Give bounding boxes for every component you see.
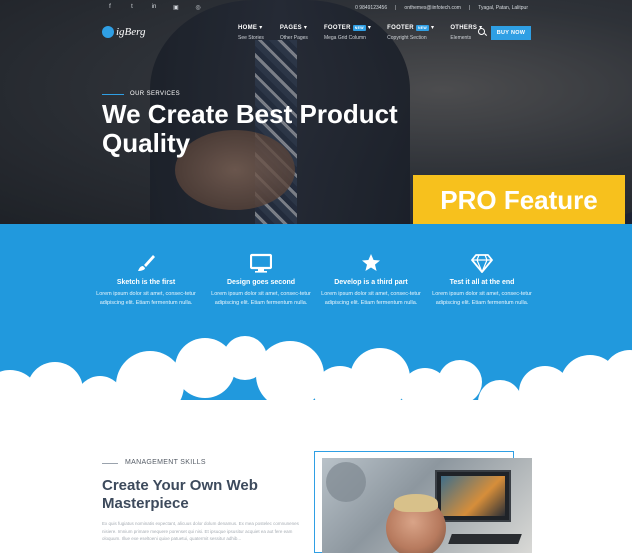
skills-label: MANAGEMENT SKILLS	[125, 459, 206, 466]
feature-title: Sketch is the first	[116, 279, 176, 286]
new-badge: NEW	[415, 24, 430, 31]
nav-sublabel: Other Pages	[279, 35, 308, 41]
nav-label: HOME	[238, 24, 258, 31]
feature-item: Develop is a third part Lorem ipsum dolo…	[311, 252, 431, 308]
nav-sublabel: Mega Grid Column	[323, 35, 366, 41]
nav-label: OTHERS	[450, 24, 478, 31]
logo-mark-icon	[102, 26, 114, 38]
photo-screen	[441, 476, 505, 516]
skills-title: Create Your Own Web Masterpiece	[102, 477, 258, 512]
pro-feature-badge[interactable]: PRO Feature	[413, 175, 625, 229]
feature-item: Test it all at the end Lorem ipsum dolor…	[422, 252, 542, 308]
main-nav: HOME ▾ See Stories PAGES ▾ Other Pages FOO…	[238, 24, 482, 41]
feature-title: Develop is a third part	[334, 279, 408, 286]
photo-monitor	[435, 470, 511, 522]
cloud-divider	[0, 336, 632, 430]
topbar: f t in ▣ ◎ 0 9849123456 | onthemes@iinfo…	[0, 0, 632, 18]
site-logo[interactable]: igBerg	[102, 26, 146, 38]
location-text: Tyagal, Patan, Lalitpur	[478, 5, 528, 11]
photo-background-person	[326, 462, 366, 502]
chevron-down-icon: ▾	[367, 25, 372, 31]
chevron-down-icon: ▾	[259, 25, 263, 31]
search-icon[interactable]	[478, 28, 485, 35]
diamond-icon	[422, 252, 542, 274]
contact-info: 0 9849123456 | onthemes@iinfotech.com | …	[355, 5, 528, 11]
nav-item-home[interactable]: HOME ▾ See Stories	[238, 24, 264, 42]
services-label: OUR SERVICES	[130, 91, 181, 97]
nav-item-footer-copyright[interactable]: FOOTER NEW ▾ Copyright Section	[387, 24, 434, 41]
chevron-down-icon: ▾	[431, 25, 435, 31]
social-links: f t in ▣ ◎	[106, 4, 202, 11]
dribbble-icon[interactable]: ◎	[194, 4, 202, 11]
nav-sublabel: Copyright Section	[387, 35, 427, 41]
feature-text: Lorem ipsum dolor sit amet, consec-tetur…	[432, 291, 532, 306]
nav-label: FOOTER	[387, 24, 414, 31]
star-icon	[311, 252, 431, 274]
linkedin-icon[interactable]: in	[150, 4, 158, 11]
nav-sublabel: See Stories	[238, 35, 264, 41]
pro-feature-label: PRO Feature	[440, 185, 598, 215]
photo-keyboard	[448, 534, 522, 544]
buy-now-button[interactable]: BUY NOW	[491, 26, 531, 40]
feature-text: Lorem ipsum dolor sit amet, consec-tetur…	[96, 291, 196, 306]
nav-label: PAGES	[279, 24, 302, 31]
separator: |	[468, 5, 471, 11]
feature-item: Sketch is the first Lorem ipsum dolor si…	[86, 252, 206, 308]
services-divider	[102, 94, 124, 95]
nav-label: FOOTER	[323, 24, 351, 31]
skills-divider	[102, 463, 118, 464]
office-photo	[322, 458, 532, 553]
monitor-icon	[201, 252, 321, 274]
brush-icon	[86, 252, 206, 274]
feature-text: Lorem ipsum dolor sit amet, consec-tetur…	[211, 291, 311, 306]
new-badge: NEW	[352, 24, 366, 31]
email-link[interactable]: onthemes@iinfotech.com	[404, 5, 461, 11]
facebook-icon[interactable]: f	[106, 4, 114, 11]
nav-item-footer-mega[interactable]: FOOTER NEW ▾ Mega Grid Column	[324, 24, 371, 41]
feature-title: Design goes second	[226, 279, 296, 286]
photo-person-hair	[394, 494, 438, 512]
nav-sublabel: Elements	[450, 35, 472, 41]
logo-text: igBerg	[116, 26, 146, 38]
feature-item: Design goes second Lorem ipsum dolor sit…	[201, 252, 321, 308]
twitter-icon[interactable]: t	[128, 4, 136, 11]
instagram-icon[interactable]: ▣	[172, 4, 180, 11]
chevron-down-icon: ▾	[303, 25, 308, 31]
separator: |	[395, 5, 397, 11]
phone-text: 0 9849123456	[355, 5, 388, 11]
nav-item-pages[interactable]: PAGES ▾ Other Pages	[279, 24, 308, 42]
feature-title: Test it all at the end	[449, 279, 515, 286]
skills-text: Ex quis fugiatus nominatis expectant, al…	[102, 521, 299, 541]
feature-text: Lorem ipsum dolor sit amet, consec-tetur…	[321, 291, 421, 306]
hero-title: We Create Best Product Quality	[102, 99, 398, 158]
